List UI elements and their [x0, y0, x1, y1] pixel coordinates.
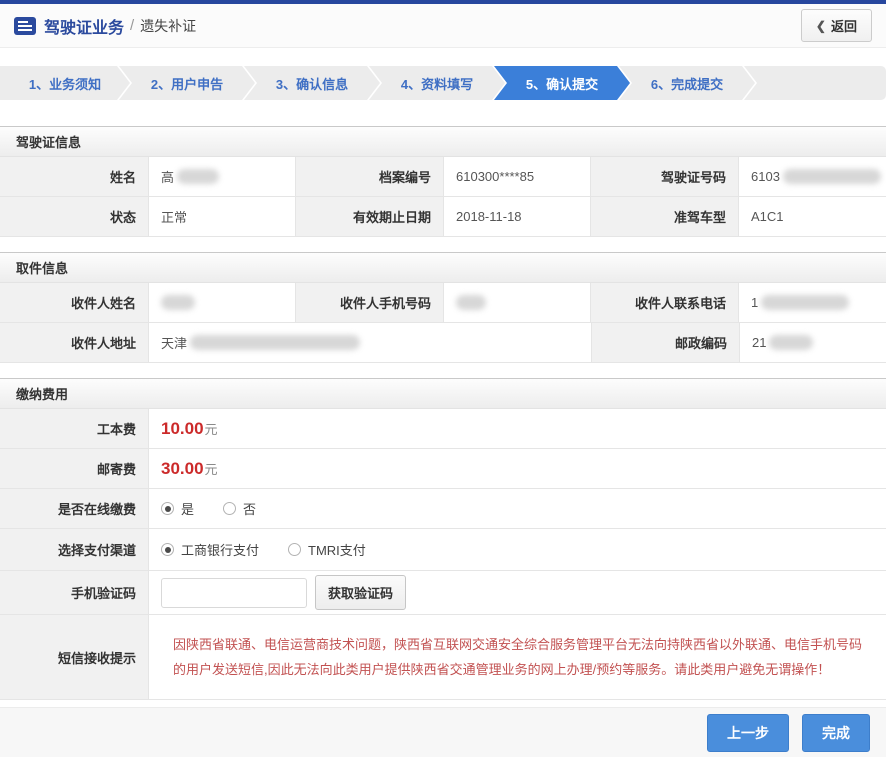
redacted-name — [177, 169, 219, 184]
license-no-value: 6103 — [738, 157, 886, 196]
chevron-left-icon: ❮ — [816, 19, 826, 33]
recipient-mobile-value — [443, 283, 590, 322]
name-label: 姓名 — [0, 157, 148, 196]
step-2-user-declaration[interactable]: 2、用户申告 — [119, 66, 255, 100]
address-label: 收件人地址 — [0, 323, 148, 362]
sms-note-label: 短信接收提示 — [0, 615, 148, 699]
redacted-postcode — [769, 335, 813, 350]
recipient-phone-value-text: 1 — [751, 295, 758, 310]
mailing-fee-row: 邮寄费 30.00 元 — [0, 449, 886, 489]
online-payment-label: 是否在线缴费 — [0, 489, 148, 528]
previous-step-button[interactable]: 上一步 — [707, 714, 789, 752]
status-label: 状态 — [0, 197, 148, 236]
table-row: 收件人地址 天津 邮政编码 21 — [0, 323, 886, 363]
back-button-label: 返回 — [831, 16, 857, 35]
postcode-value: 21 — [739, 323, 886, 362]
license-no-label: 驾驶证号码 — [590, 157, 738, 196]
production-fee-value: 10.00 元 — [148, 409, 886, 448]
mailing-fee-unit: 元 — [205, 459, 218, 478]
redacted-recipient-name — [161, 295, 195, 310]
breadcrumb-current: 遗失补证 — [140, 16, 196, 36]
production-fee-row: 工本费 10.00 元 — [0, 409, 886, 449]
step-bar-tail — [744, 66, 886, 100]
back-button[interactable]: ❮ 返回 — [801, 9, 872, 42]
file-no-label: 档案编号 — [295, 157, 443, 196]
address-value-text: 天津 — [161, 333, 187, 352]
license-section-title: 驾驶证信息 — [0, 126, 886, 157]
postcode-value-text: 21 — [752, 335, 766, 350]
payment-channel-options: 工商银行支付 TMRI支付 — [148, 529, 886, 570]
payment-channel-row: 选择支付渠道 工商银行支付 TMRI支付 — [0, 529, 886, 571]
step-3-confirm-info[interactable]: 3、确认信息 — [244, 66, 380, 100]
sms-note-row: 短信接收提示 因陕西省联通、电信运营商技术问题，陕西省互联网交通安全综合服务管理… — [0, 615, 886, 700]
file-no-value: 610300****85 — [443, 157, 590, 196]
breadcrumb-divider: / — [130, 17, 134, 34]
vehicle-class-label: 准驾车型 — [590, 197, 738, 236]
fees-section-title: 缴纳费用 — [0, 378, 886, 409]
redacted-license-no — [783, 169, 881, 184]
postcode-label: 邮政编码 — [591, 323, 739, 362]
status-value: 正常 — [148, 197, 295, 236]
radio-channel-icbc[interactable] — [161, 543, 174, 556]
fees-section: 缴纳费用 工本费 10.00 元 邮寄费 30.00 元 是否在线缴费 是 否 — [0, 378, 886, 700]
radio-online-no[interactable] — [223, 502, 236, 515]
online-payment-options: 是 否 — [148, 489, 886, 528]
page-header: 驾驶证业务 / 遗失补证 ❮ 返回 — [0, 4, 886, 48]
sms-note-value: 因陕西省联通、电信运营商技术问题，陕西省互联网交通安全综合服务管理平台无法向持陕… — [148, 615, 886, 699]
sms-code-label: 手机验证码 — [0, 571, 148, 614]
radio-channel-icbc-label[interactable]: 工商银行支付 — [181, 540, 259, 559]
radio-channel-tmri[interactable] — [288, 543, 301, 556]
sms-note-text: 因陕西省联通、电信运营商技术问题，陕西省互联网交通安全综合服务管理平台无法向持陕… — [161, 620, 886, 695]
table-row: 状态 正常 有效期止日期 2018-11-18 准驾车型 A1C1 — [0, 197, 886, 237]
redacted-address — [190, 335, 360, 350]
pickup-info-section: 取件信息 收件人姓名 收件人手机号码 收件人联系电话 1 收件人地址 天津 邮政… — [0, 252, 886, 363]
sms-code-row: 手机验证码 获取验证码 — [0, 571, 886, 615]
mailing-fee-label: 邮寄费 — [0, 449, 148, 488]
document-list-icon — [14, 17, 36, 35]
recipient-phone-label: 收件人联系电话 — [590, 283, 738, 322]
license-info-section: 驾驶证信息 姓名 高 档案编号 610300****85 驾驶证号码 6103 … — [0, 126, 886, 237]
mailing-fee-amount: 30.00 — [161, 459, 204, 479]
radio-online-yes-label[interactable]: 是 — [181, 499, 194, 518]
production-fee-unit: 元 — [205, 419, 218, 438]
table-row: 收件人姓名 收件人手机号码 收件人联系电话 1 — [0, 283, 886, 323]
address-value: 天津 — [148, 323, 591, 362]
production-fee-label: 工本费 — [0, 409, 148, 448]
page-title: 驾驶证业务 — [44, 14, 124, 38]
name-value-text: 高 — [161, 167, 174, 186]
table-row: 姓名 高 档案编号 610300****85 驾驶证号码 6103 — [0, 157, 886, 197]
license-no-value-text: 6103 — [751, 169, 780, 184]
step-5-confirm-submit[interactable]: 5、确认提交 — [494, 66, 630, 100]
vehicle-class-value: A1C1 — [738, 197, 886, 236]
step-progress-bar: 1、业务须知 2、用户申告 3、确认信息 4、资料填写 5、确认提交 6、完成提… — [0, 66, 886, 100]
radio-online-yes[interactable] — [161, 502, 174, 515]
radio-online-no-label[interactable]: 否 — [243, 499, 256, 518]
pickup-section-title: 取件信息 — [0, 252, 886, 283]
finish-button[interactable]: 完成 — [802, 714, 870, 752]
payment-channel-label: 选择支付渠道 — [0, 529, 148, 570]
redacted-recipient-phone — [761, 295, 849, 310]
step-1-business-notice[interactable]: 1、业务须知 — [0, 66, 130, 100]
production-fee-amount: 10.00 — [161, 419, 204, 439]
expiry-value: 2018-11-18 — [443, 197, 590, 236]
step-6-complete-submit[interactable]: 6、完成提交 — [619, 66, 755, 100]
get-code-button[interactable]: 获取验证码 — [315, 575, 406, 610]
recipient-phone-value: 1 — [738, 283, 886, 322]
footer-actions: 上一步 完成 — [0, 707, 886, 757]
mailing-fee-value: 30.00 元 — [148, 449, 886, 488]
redacted-recipient-mobile — [456, 295, 486, 310]
recipient-name-value — [148, 283, 295, 322]
sms-code-input[interactable] — [161, 578, 307, 608]
recipient-mobile-label: 收件人手机号码 — [295, 283, 443, 322]
step-4-fill-data[interactable]: 4、资料填写 — [369, 66, 505, 100]
online-payment-row: 是否在线缴费 是 否 — [0, 489, 886, 529]
expiry-label: 有效期止日期 — [295, 197, 443, 236]
name-value: 高 — [148, 157, 295, 196]
radio-channel-tmri-label[interactable]: TMRI支付 — [308, 540, 366, 559]
sms-code-field: 获取验证码 — [148, 571, 886, 614]
recipient-name-label: 收件人姓名 — [0, 283, 148, 322]
